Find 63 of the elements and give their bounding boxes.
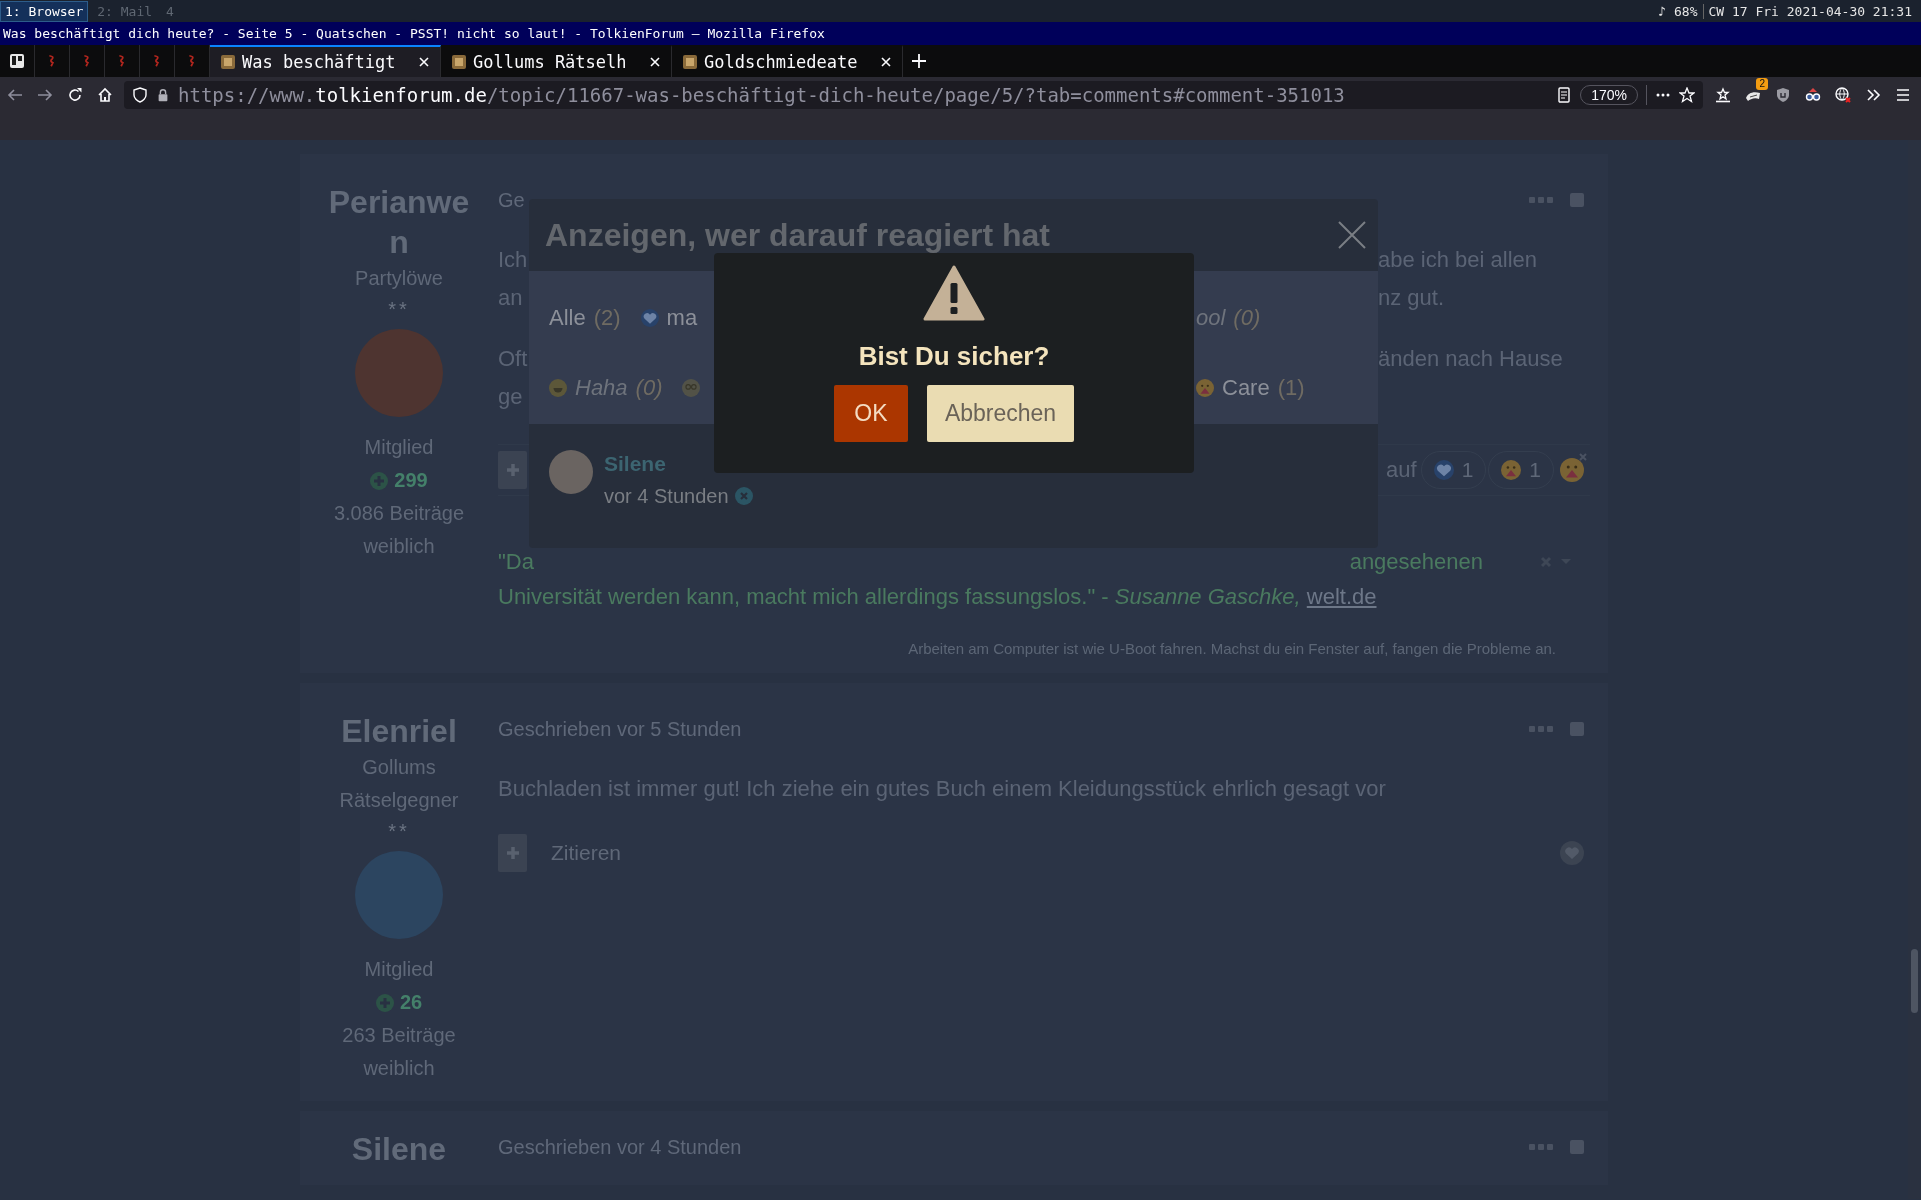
forward-icon (37, 87, 53, 103)
spy-glasses-icon[interactable] (1805, 87, 1821, 103)
select-checkbox[interactable] (1570, 1140, 1584, 1154)
reaction-time: vor 4 Stunden (604, 484, 729, 509)
remove-icon[interactable] (1578, 452, 1588, 462)
workspace-button[interactable]: 1: Browser (0, 0, 89, 22)
ok-button[interactable]: OK (833, 385, 908, 442)
reaction-filter-tab[interactable]: ma (640, 305, 698, 331)
hug-emoji-icon (1196, 379, 1214, 397)
board-icon (9, 53, 25, 69)
dialog-title: Anzeigen, wer darauf reagiert hat (545, 216, 1050, 254)
reputation-count: 299 (394, 468, 428, 493)
heart-button-icon[interactable] (1560, 841, 1584, 865)
reader-view-icon[interactable] (1556, 87, 1573, 103)
globe-blocked-icon[interactable] (1835, 87, 1851, 103)
address-field[interactable]: https://www.tolkienforum.de/topic/11667-was-beschäftigt-dich-heute/page/5/?tab=comments#comment-351013 170% (124, 81, 1703, 109)
quote-text: Universität werden kann, macht mich allerdings fassungslos." - Susanne Gaschke, welt.de (498, 583, 1378, 611)
reload-icon (67, 87, 83, 103)
shield-icon (132, 87, 148, 103)
plus-icon (911, 53, 927, 69)
notification-badge: 2 (1756, 78, 1768, 90)
plus-circle-icon (375, 993, 394, 1012)
volume-indicator: ♪ 68% (1657, 3, 1699, 19)
quote-text-fragment: "Da (498, 548, 534, 576)
favicon-image (682, 54, 698, 70)
source-link[interactable]: welt.de (1306, 584, 1377, 609)
bookmark-star-icon[interactable] (1679, 87, 1695, 103)
laughing-emoji-icon (549, 379, 567, 397)
reputation-count: 26 (399, 990, 423, 1015)
home-icon (97, 87, 113, 103)
reaction-filter-tab[interactable]: Alle (2) (549, 305, 621, 331)
select-checkbox[interactable] (1570, 193, 1584, 207)
remove-circle-icon[interactable] (734, 487, 753, 505)
multiquote-button[interactable] (498, 834, 527, 872)
multiquote-button[interactable] (498, 451, 527, 489)
hug-emoji-icon[interactable] (1560, 458, 1584, 482)
confirm-message: Bist Du sicher? (858, 340, 1050, 373)
plus-icon (504, 845, 521, 861)
emoji-icon (682, 379, 701, 397)
warning-icon (923, 265, 985, 321)
rank-marks: ** (388, 819, 410, 841)
hug-emoji-icon (1501, 460, 1522, 480)
avatar-image (549, 450, 593, 494)
rank-marks: ** (388, 297, 410, 319)
cancel-button[interactable]: Abbrechen (926, 385, 1075, 442)
select-checkbox[interactable] (1570, 722, 1584, 736)
tray-star-icon[interactable] (1715, 87, 1731, 103)
lock-icon (156, 87, 170, 103)
browser-tab[interactable]: Was beschäftigt (210, 45, 441, 77)
favicon-image (220, 54, 236, 70)
menu-icon[interactable] (1895, 87, 1911, 103)
favicon-image (451, 54, 467, 70)
clock: CW 17 Fri 2021-04-30 21:31 (1702, 3, 1917, 19)
overflow-chevron-icon[interactable] (1865, 87, 1881, 103)
back-icon (7, 87, 23, 103)
quote-text-fragment: angesehenen (1349, 548, 1483, 576)
plus-icon (504, 462, 521, 478)
plus-circle-icon (370, 471, 389, 490)
workspace-button[interactable]: 2: Mail (92, 0, 158, 22)
workspace-button[interactable]: 4 (161, 0, 179, 22)
window-title: Was beschäftigt dich heute? - Seite 5 - Quatschen - PSST! nicht so laut! - TolkienForum — Mozilla Firefox (0, 22, 1921, 45)
shield-extension-icon[interactable] (1775, 87, 1791, 103)
reaction-filter-tab[interactable]: Care (1) (1196, 375, 1305, 401)
